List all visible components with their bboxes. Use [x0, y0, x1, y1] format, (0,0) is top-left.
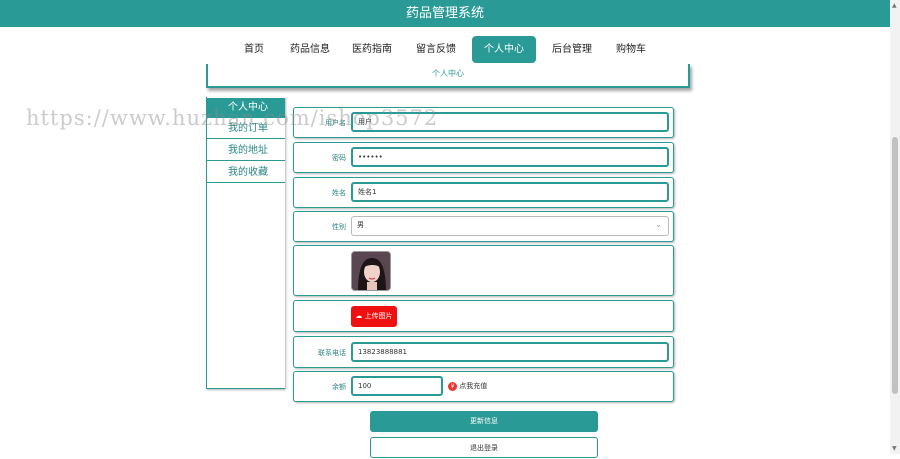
side-item-address[interactable]: 我的地址: [207, 141, 285, 161]
balance-field[interactable]: 100: [351, 376, 443, 396]
upload-image-button[interactable]: ☁ 上传图片: [351, 306, 397, 327]
side-menu: 个人中心 我的订单 我的地址 我的收藏: [206, 97, 285, 389]
gender-label: 性别: [332, 223, 346, 231]
nav-medical-guide[interactable]: 医药指南: [346, 36, 398, 63]
scroll-up-icon[interactable]: ▲: [892, 2, 897, 9]
balance-label: 余额: [332, 383, 346, 391]
logout-button[interactable]: 退出登录: [370, 437, 598, 458]
scrollbar[interactable]: ▲ ▼: [890, 0, 900, 454]
scrollbar-thumb[interactable]: [892, 137, 898, 394]
form-row-gender: 性别 男 ⌄: [293, 211, 674, 242]
phone-field[interactable]: 13823888881: [351, 342, 669, 362]
update-info-button[interactable]: 更新信息: [370, 411, 598, 432]
form-row-phone: 联系电话 13823888881: [293, 336, 674, 368]
phone-label: 联系电话: [318, 349, 346, 357]
nav-drug-info[interactable]: 药品信息: [284, 36, 336, 63]
top-bar: 药品管理系统: [0, 0, 890, 27]
gender-value: 男: [357, 221, 364, 229]
avatar[interactable]: [351, 251, 391, 291]
main-nav: 首页 药品信息 医药指南 留言反馈 个人中心 后台管理 购物车: [0, 36, 890, 63]
form-row-upload: ☁ 上传图片: [293, 300, 674, 332]
cloud-upload-icon: ☁: [355, 312, 363, 320]
name-field[interactable]: 姓名1: [351, 182, 669, 202]
recharge-link[interactable]: ¥ 点我充值: [448, 381, 487, 391]
nav-home[interactable]: 首页: [236, 36, 272, 63]
password-field[interactable]: ••••••: [351, 147, 669, 167]
form-row-avatar: [293, 245, 674, 296]
form-row-name: 姓名 姓名1: [293, 177, 674, 208]
nav-cart[interactable]: 购物车: [610, 36, 652, 63]
yen-icon: ¥: [448, 382, 457, 391]
form-row-password: 密码 ••••••: [293, 142, 674, 173]
nav-admin[interactable]: 后台管理: [546, 36, 598, 63]
side-item-favorites[interactable]: 我的收藏: [207, 163, 285, 183]
watermark: https://www.huzhan.com/ishop3572: [26, 106, 439, 130]
name-label: 姓名: [332, 189, 346, 197]
chevron-down-icon: ⌄: [655, 220, 662, 229]
nav-personal-center[interactable]: 个人中心: [472, 36, 536, 63]
breadcrumb-text: 个人中心: [432, 69, 464, 78]
recharge-label: 点我充值: [459, 382, 488, 390]
site-title: 药品管理系统: [405, 6, 484, 21]
upload-button-label: 上传图片: [364, 312, 393, 320]
nav-feedback[interactable]: 留言反馈: [410, 36, 462, 63]
scroll-down-icon[interactable]: ▼: [892, 445, 897, 452]
gender-select[interactable]: 男 ⌄: [351, 216, 669, 236]
password-label: 密码: [332, 154, 346, 162]
form-row-balance: 余额 100 ¥ 点我充值: [293, 371, 674, 402]
breadcrumb: 个人中心: [206, 64, 690, 88]
